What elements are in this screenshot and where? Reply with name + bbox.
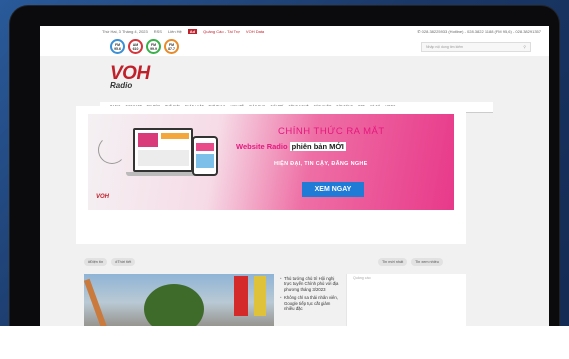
laptop-screen-block	[138, 133, 158, 147]
news-tabs: Tin mới nhất Tin xem nhiều	[378, 258, 443, 266]
laptop-base	[126, 172, 200, 176]
hashtag[interactable]: #Điện tín	[84, 258, 108, 266]
logo-area: VOH Radio	[40, 56, 549, 100]
station-fm956[interactable]: FM 95.6	[110, 39, 125, 54]
hotline-text: ✆ 028.38225933 (Hotline) - 028.3822 1188…	[417, 29, 541, 34]
site-logo-sub: Radio	[110, 81, 133, 90]
laptop-screen-block	[161, 133, 189, 139]
top-bar: Thứ Hai, 3 Tháng 4, 2023 RSS Liên Hệ Ad …	[40, 26, 549, 37]
banner-title: CHÍNH THỨC RA MẮT	[278, 126, 385, 137]
station-am610[interactable]: AM 610	[128, 39, 143, 54]
search-placeholder: Nhập nội dung tìm kiếm	[426, 44, 463, 49]
news-item[interactable]: Thủ tướng chủ trì Hội nghị trực tuyến Ch…	[280, 276, 342, 292]
view-now-button[interactable]: XEM NGAY	[302, 182, 364, 197]
hashtag-list: #Điện tín #Thời tiết	[84, 258, 136, 266]
bottom-panel	[0, 326, 569, 359]
banner-site-prefix: Website Radio	[236, 142, 288, 151]
decor-curve	[98, 136, 126, 164]
tab-latest[interactable]: Tin mới nhất	[378, 258, 408, 266]
phone-screen-block	[196, 143, 214, 151]
ad-link[interactable]: Quảng Cáo - Tài Trợ	[203, 29, 240, 34]
promo-banner[interactable]: CHÍNH THỨC RA MẮT Website Radio phiên bả…	[88, 114, 454, 210]
banner-site: Website Radio phiên bản MỚI	[236, 142, 346, 151]
phone-illustration	[192, 136, 218, 176]
search-input[interactable]: Nhập nội dung tìm kiếm ⚲	[421, 41, 531, 52]
news-item[interactable]: Không chỉ sa thải nhân viên, Google tiếp…	[280, 295, 342, 311]
ad-label: Quảng cáo	[353, 276, 371, 280]
site-logo[interactable]: VOH	[110, 64, 549, 83]
station-list: FM 95.6 AM 610 FM 99.9 FM 87.7	[110, 39, 179, 54]
banner-site-suffix: phiên bản MỚI	[289, 142, 346, 151]
phone-screen-block	[196, 154, 214, 168]
banner-subtitle: HIỆN ĐẠI, TIN CẬY, ĐĂNG NGHE	[274, 161, 368, 167]
search-icon[interactable]: ⚲	[523, 45, 526, 49]
promo-card: CHÍNH THỨC RA MẮT Website Radio phiên bả…	[76, 106, 466, 244]
laptop-frame: Thứ Hai, 3 Tháng 4, 2023 RSS Liên Hệ Ad …	[10, 6, 559, 359]
laptop-illustration	[133, 128, 193, 172]
date-text: Thứ Hai, 3 Tháng 4, 2023	[102, 29, 148, 34]
station-fm877[interactable]: FM 87.7	[164, 39, 179, 54]
laptop-screen-block	[138, 150, 189, 166]
tab-most-viewed[interactable]: Tin xem nhiều	[411, 258, 443, 266]
hotline-value: 028.38225933 (Hotline) - 028.3822 1188 (…	[421, 29, 541, 34]
ad-badge: Ad	[187, 29, 198, 34]
news-list: Thủ tướng chủ trì Hội nghị trực tuyến Ch…	[280, 276, 342, 314]
header-row: FM 95.6 AM 610 FM 99.9 FM 87.7 Nhập nội …	[40, 37, 549, 56]
flag-shape	[234, 276, 248, 316]
banner-logo: VOH	[96, 194, 110, 200]
flag-shape	[254, 276, 266, 316]
contact-link[interactable]: Liên Hệ	[168, 29, 182, 34]
station-fm999[interactable]: FM 99.9	[146, 39, 161, 54]
rss-link[interactable]: RSS	[154, 29, 162, 34]
hashtag[interactable]: #Thời tiết	[111, 258, 136, 266]
voh-data-link[interactable]: VOH Data	[246, 29, 264, 34]
